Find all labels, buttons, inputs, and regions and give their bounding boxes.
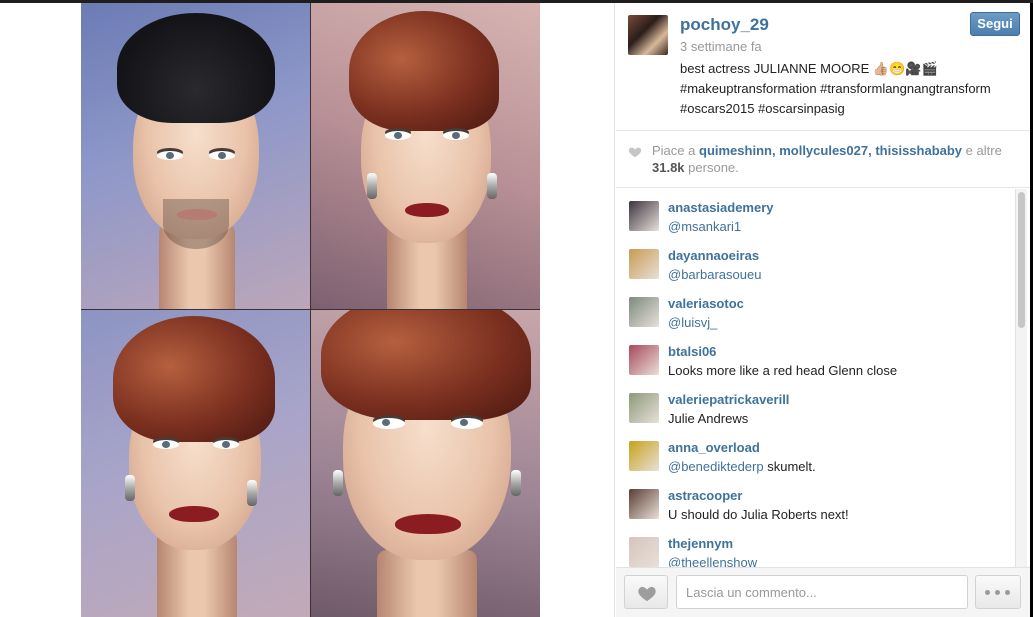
post-modal: pochoy_29 3 settimane fa Segui best actr… [0,3,1030,617]
heart-icon [628,147,642,158]
likes-separator: , [771,143,776,158]
list-item: dayannaoeiras @barbarasoueu [616,237,1006,285]
avatar[interactable] [629,537,659,567]
comment-username[interactable]: anastasiademery [668,200,774,215]
liker-link[interactable]: quimeshinn [699,143,772,158]
photo-panel-transformed-2 [81,310,310,617]
likes-text: Piace a quimeshinn, mollycules027, thisi… [652,142,1022,176]
avatar[interactable] [629,393,659,423]
comment-input[interactable] [676,575,968,609]
comment-mention[interactable]: @benediktederp [668,459,764,474]
comment-footer [616,567,1030,617]
comment-mention[interactable]: @theellenshow [668,555,757,567]
avatar[interactable] [629,297,659,327]
comment-username[interactable]: btalsi06 [668,344,716,359]
comment-username[interactable]: astracooper [668,488,742,503]
post-caption: best actress JULIANNE MOORE 👍🏼😁🎥🎬 #makeu… [680,59,1020,119]
follow-button[interactable]: Segui [970,12,1020,36]
comment-text: @barbarasoueu [668,267,761,282]
list-item: valeriepatrickaverill Julie Andrews [616,381,1006,429]
post-photo[interactable] [81,3,540,617]
comment-mention[interactable]: @msankari1 [668,219,741,234]
comment-text: U should do Julia Roberts next! [668,507,849,522]
comments-list[interactable]: anastasiademery @msankari1 dayannaoeiras @b… [616,189,1030,567]
caption-hashtags-2[interactable]: #oscars2015 #oscarsinpasig [680,99,1020,119]
comment-username[interactable]: thejennym [668,536,733,551]
comment-text: @theellenshow [668,555,757,567]
comment-body: Looks more like a red head Glenn close [668,363,898,378]
likes-prefix: Piace a [652,143,696,158]
list-item: btalsi06 Looks more like a red head Glenn… [616,333,1006,381]
avatar[interactable] [628,15,668,55]
post-timestamp[interactable]: 3 settimane fa [680,39,762,54]
comment-body: skumelt. [763,459,816,474]
likes-suffix: persone. [688,160,739,175]
like-button[interactable] [624,575,668,609]
ellipsis-icon [1005,590,1010,595]
avatar[interactable] [629,249,659,279]
liker-link[interactable]: mollycules027 [779,143,868,158]
list-item: valeriasotoc @luisvj_ [616,285,1006,333]
comment-text: @benediktederp skumelt. [668,459,816,474]
photo-panel-original [81,3,310,309]
photo-area [0,3,615,617]
comment-text: @msankari1 [668,219,741,234]
avatar[interactable] [629,201,659,231]
comment-username[interactable]: anna_overload [668,440,760,455]
ellipsis-icon [985,590,990,595]
caption-hashtags-1[interactable]: #makeuptransformation #transformlangnang… [680,79,1020,99]
likes-count[interactable]: 31.8k [652,160,685,175]
heart-icon [638,586,656,602]
comment-body: Julie Andrews [668,411,749,426]
comment-mention[interactable]: @barbarasoueu [668,267,761,282]
comments-scrollbar[interactable] [1015,189,1027,567]
list-item: thejennym @theellenshow [616,525,1006,567]
post-header: pochoy_29 3 settimane fa Segui best actr… [616,3,1030,131]
avatar[interactable] [629,441,659,471]
post-sidebar: pochoy_29 3 settimane fa Segui best actr… [616,3,1030,617]
likes-separator: , [868,143,872,158]
comment-username[interactable]: valeriasotoc [668,296,744,311]
ellipsis-icon [995,590,1000,595]
likes-summary: Piace a quimeshinn, mollycules027, thisi… [616,132,1030,188]
photo-panel-transformed-1 [311,3,540,309]
comment-mention[interactable]: @luisvj_ [668,315,717,330]
list-item: anastasiademery @msankari1 [616,189,1006,237]
post-username[interactable]: pochoy_29 [680,15,769,35]
comment-username[interactable]: dayannaoeiras [668,248,759,263]
more-options-button[interactable] [975,575,1021,609]
list-item: astracooper U should do Julia Roberts nex… [616,477,1006,525]
caption-line: best actress JULIANNE MOORE 👍🏼😁🎥🎬 [680,61,938,76]
comment-text: Looks more like a red head Glenn close [668,363,897,378]
scrollbar-thumb[interactable] [1018,192,1025,328]
comment-text: @luisvj_ [668,315,717,330]
photo-panel-transformed-3 [311,310,540,617]
avatar[interactable] [629,345,659,375]
likes-and: e altre [965,143,1002,158]
avatar[interactable] [629,489,659,519]
liker-link[interactable]: thisisshababy [875,143,962,158]
comment-text: Julie Andrews [668,411,748,426]
comment-body: U should do Julia Roberts next! [668,507,849,522]
list-item: anna_overload @benediktederp skumelt. [616,429,1006,477]
comment-username[interactable]: valeriepatrickaverill [668,392,789,407]
